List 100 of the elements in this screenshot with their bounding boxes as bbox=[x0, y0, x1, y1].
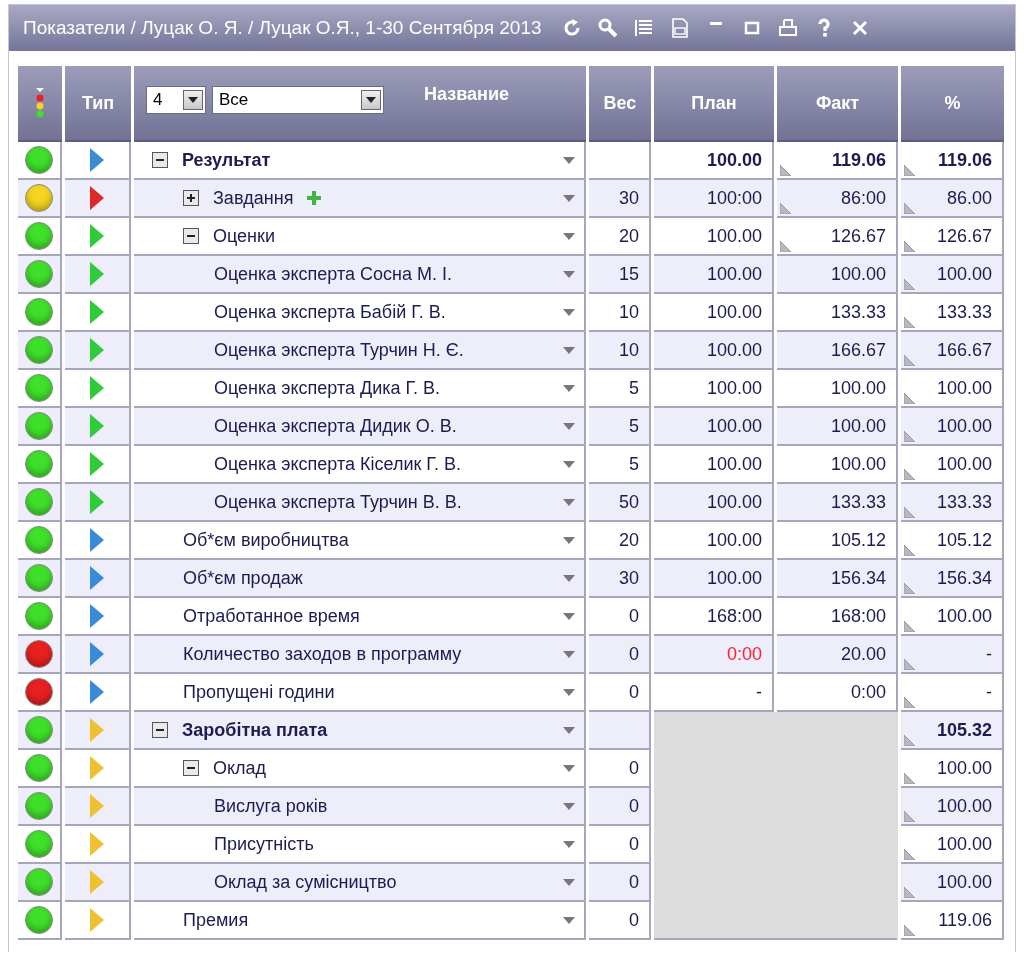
expand-toggle[interactable] bbox=[183, 190, 199, 206]
percent-value: - bbox=[986, 643, 992, 665]
dropdown-caret[interactable] bbox=[562, 307, 576, 317]
corner-marker-icon bbox=[904, 431, 915, 442]
percent-value: 100.00 bbox=[936, 795, 992, 817]
fact-value: 100.00 bbox=[830, 415, 886, 437]
indicator-name: Количество заходов в программу bbox=[183, 643, 463, 665]
dropdown-caret[interactable] bbox=[562, 915, 576, 925]
plus-icon[interactable] bbox=[307, 191, 322, 205]
fact-value: 100.00 bbox=[830, 377, 886, 399]
dropdown-caret[interactable] bbox=[562, 497, 576, 507]
level-select[interactable]: 4 bbox=[146, 86, 206, 114]
corner-marker-icon bbox=[904, 355, 915, 366]
indicator-name: Заробітна плата bbox=[182, 719, 329, 741]
weight-value: 30 bbox=[618, 187, 639, 209]
dropdown-caret[interactable] bbox=[562, 345, 576, 355]
dropdown-caret[interactable] bbox=[562, 687, 576, 697]
dropdown-caret[interactable] bbox=[562, 839, 576, 849]
percent-value: 100.00 bbox=[936, 833, 992, 855]
indicator-name: Оценка эксперта Турчин В. В. bbox=[214, 491, 463, 513]
fact-value: 156.34 bbox=[830, 567, 886, 589]
collapse-toggle[interactable] bbox=[152, 722, 168, 738]
dropdown-caret[interactable] bbox=[562, 573, 576, 583]
percent-value: 119.06 bbox=[938, 909, 992, 931]
corner-marker-icon bbox=[904, 203, 915, 214]
plan-value: 0:00 bbox=[726, 643, 762, 665]
weight-value: 15 bbox=[618, 263, 639, 285]
weight-value: 0 bbox=[629, 833, 639, 855]
weight-value: 0 bbox=[629, 605, 639, 627]
weight-value: 0 bbox=[629, 871, 639, 893]
corner-marker-icon bbox=[904, 545, 915, 556]
plan-value: 100.00 bbox=[706, 567, 762, 589]
column-header: % bbox=[944, 92, 961, 114]
corner-marker-icon bbox=[904, 697, 915, 708]
corner-marker-icon bbox=[904, 317, 915, 328]
dropdown-caret[interactable] bbox=[562, 269, 576, 279]
window-title: Показатели / Луцак О. Я. / Луцак О.Я., 1-30 Сентября 2013 bbox=[23, 17, 542, 39]
corner-marker-icon bbox=[904, 811, 915, 822]
plan-value: 100.00 bbox=[706, 529, 762, 551]
plan-value: 100.00 bbox=[706, 263, 762, 285]
indicator-name: Вислуга років bbox=[214, 795, 329, 817]
dropdown-caret[interactable] bbox=[562, 763, 576, 773]
percent-value: 100.00 bbox=[936, 757, 992, 779]
percent-value: 119.06 bbox=[937, 149, 992, 171]
fact-value: 119.06 bbox=[831, 149, 886, 171]
dropdown-caret[interactable] bbox=[562, 459, 576, 469]
plan-value: 100.00 bbox=[706, 149, 762, 171]
weight-value: 30 bbox=[618, 567, 639, 589]
percent-value: 100.00 bbox=[936, 453, 992, 475]
fact-value: 100.00 bbox=[830, 263, 886, 285]
corner-marker-icon bbox=[904, 507, 915, 518]
weight-value: 5 bbox=[629, 453, 639, 475]
weight-value: 0 bbox=[629, 681, 639, 703]
indicator-name: Завдання bbox=[213, 187, 294, 209]
indicator-name: Оценки bbox=[213, 225, 276, 247]
plan-value: 100.00 bbox=[706, 453, 762, 475]
fact-value: 105.12 bbox=[830, 529, 886, 551]
dropdown-caret[interactable] bbox=[562, 611, 576, 621]
weight-value: 0 bbox=[629, 757, 639, 779]
corner-marker-icon bbox=[904, 393, 915, 404]
collapse-toggle[interactable] bbox=[152, 152, 168, 168]
dropdown-caret[interactable] bbox=[562, 193, 576, 203]
dropdown-caret[interactable] bbox=[562, 231, 576, 241]
dropdown-caret[interactable] bbox=[562, 383, 576, 393]
percent-value: - bbox=[986, 681, 992, 703]
percent-value: 100.00 bbox=[936, 263, 992, 285]
plan-value: 100.00 bbox=[706, 225, 762, 247]
plan-value: 100.00 bbox=[706, 491, 762, 513]
corner-marker-icon bbox=[904, 659, 915, 670]
fact-value: 100.00 bbox=[830, 453, 886, 475]
dropdown-caret[interactable] bbox=[562, 801, 576, 811]
filter-select[interactable]: Все bbox=[212, 86, 384, 114]
plan-value: 100:00 bbox=[706, 187, 762, 209]
dropdown-caret[interactable] bbox=[562, 877, 576, 887]
weight-value: 20 bbox=[618, 529, 639, 551]
collapse-toggle[interactable] bbox=[183, 760, 199, 776]
dropdown-caret[interactable] bbox=[562, 535, 576, 545]
fact-value: 133.33 bbox=[830, 491, 886, 513]
corner-marker-icon bbox=[904, 583, 915, 594]
percent-value: 133.33 bbox=[936, 301, 992, 323]
collapse-toggle[interactable] bbox=[183, 228, 199, 244]
dropdown-caret[interactable] bbox=[562, 725, 576, 735]
corner-marker-icon bbox=[904, 849, 915, 860]
percent-value: 156.34 bbox=[936, 567, 992, 589]
fact-value: 0:00 bbox=[850, 681, 886, 703]
dropdown-caret[interactable] bbox=[562, 649, 576, 659]
indicator-name: Отработанное время bbox=[183, 605, 361, 627]
dropdown-caret[interactable] bbox=[562, 155, 576, 165]
plan-value: 100.00 bbox=[706, 377, 762, 399]
weight-value: 10 bbox=[618, 301, 639, 323]
fact-value: 168:00 bbox=[830, 605, 886, 627]
corner-marker-icon bbox=[904, 279, 915, 290]
plan-value: - bbox=[756, 681, 762, 703]
dropdown-caret[interactable] bbox=[562, 421, 576, 431]
percent-value: 105.12 bbox=[936, 529, 992, 551]
column-header: Название bbox=[424, 84, 509, 105]
column-header: Факт bbox=[815, 92, 860, 114]
weight-value: 10 bbox=[618, 339, 639, 361]
fact-value: 133.33 bbox=[830, 301, 886, 323]
indicator-name: Присутність bbox=[214, 833, 315, 855]
